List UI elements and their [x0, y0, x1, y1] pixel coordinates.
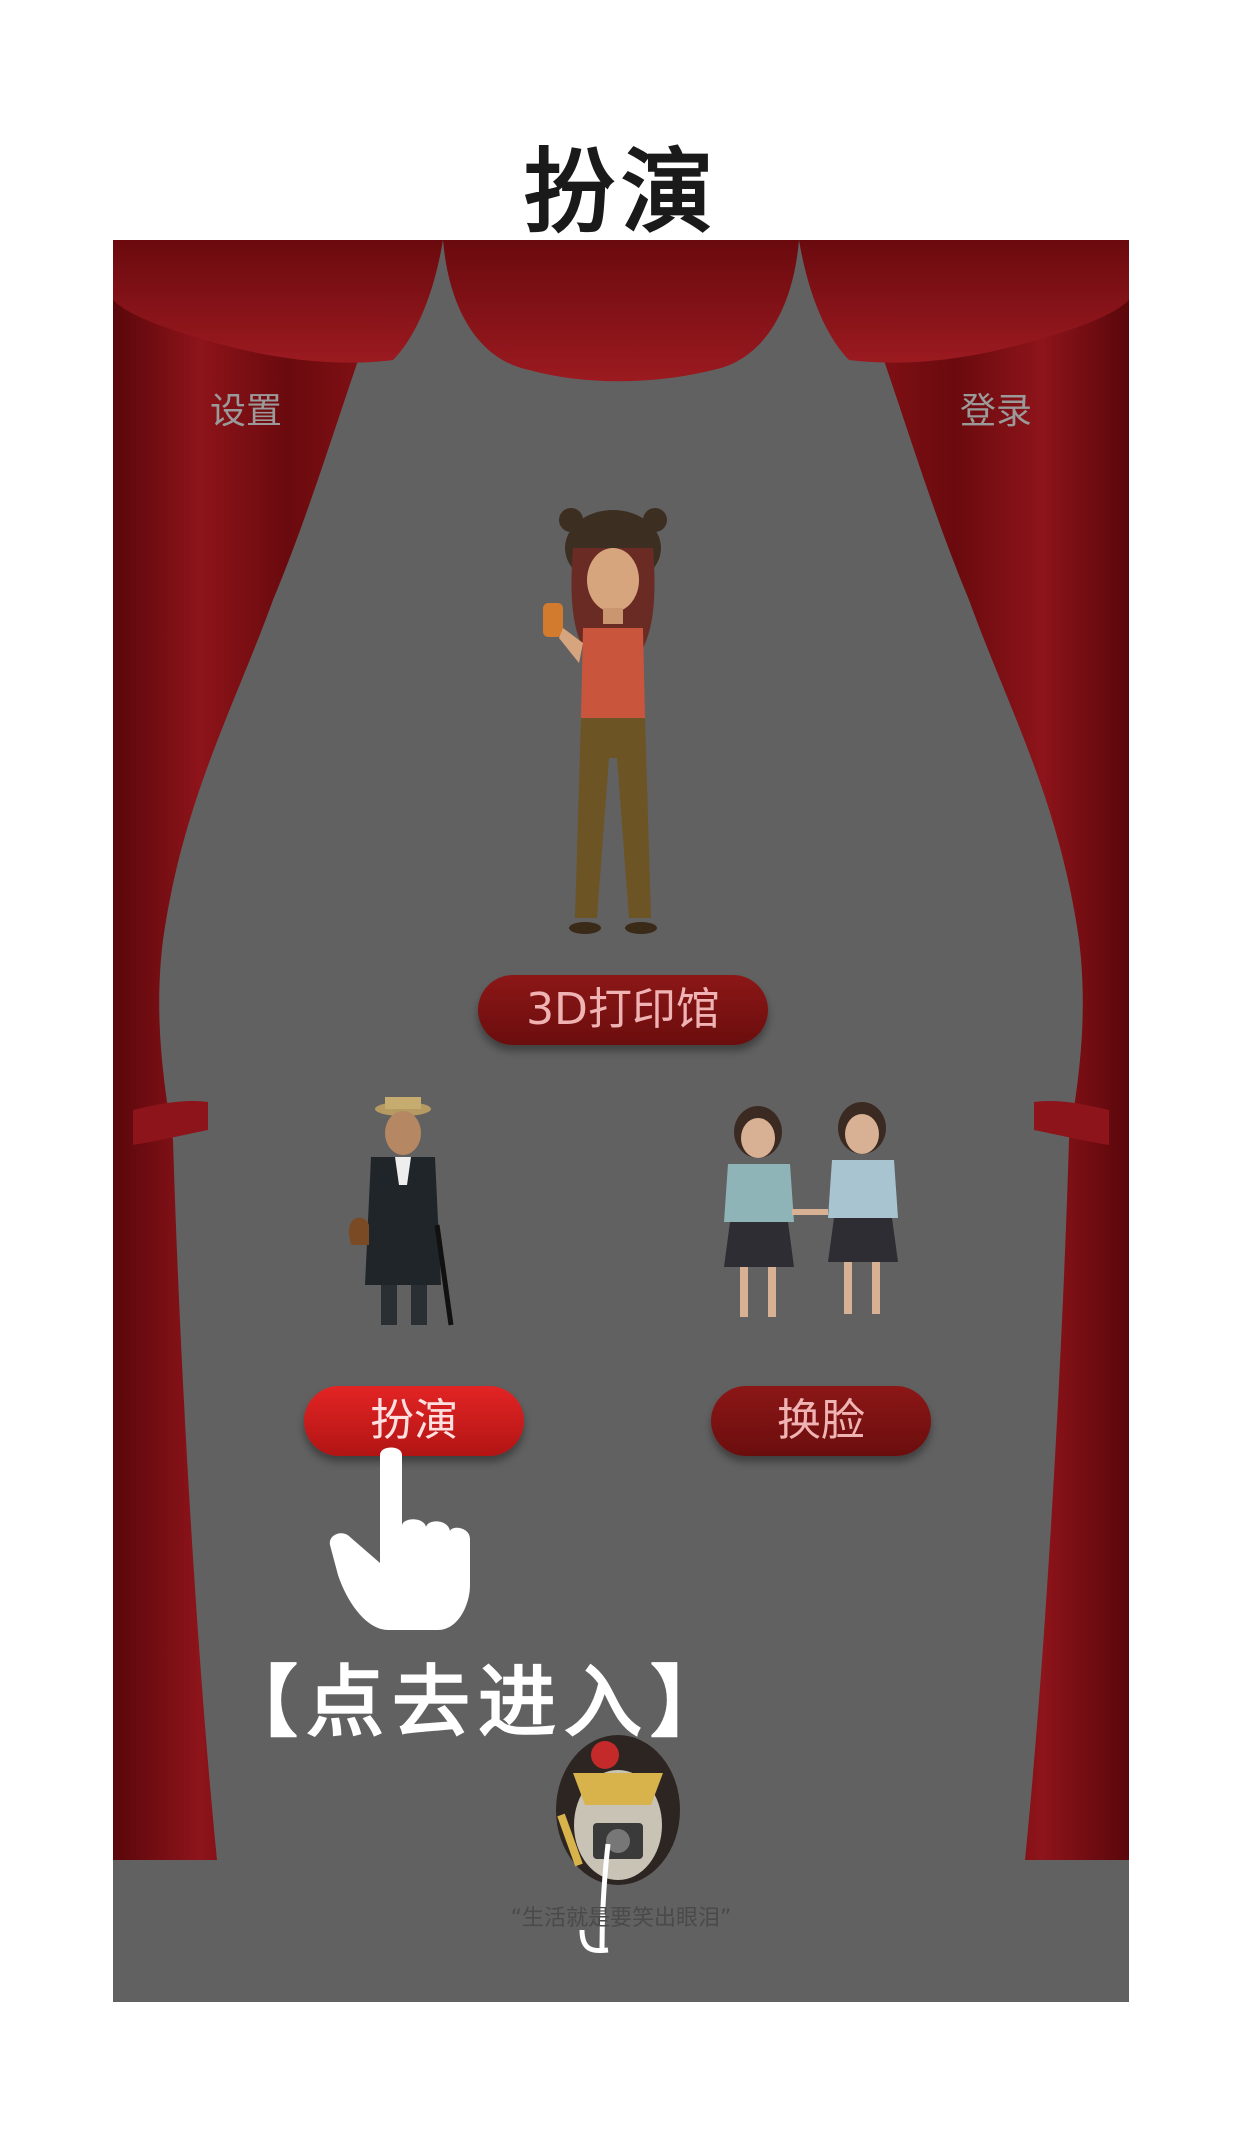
app-screen: 设置 登录 3D打印馆 扮演 换脸 【点去进入】 “生活就是要笑出眼泪” — [113, 240, 1129, 2002]
avatar-gentleman-icon — [348, 1097, 454, 1326]
avatar-two-girls-icon — [724, 1102, 898, 1317]
page-title: 扮演 — [522, 138, 719, 246]
print-3d-button[interactable]: 3D打印馆 — [478, 975, 768, 1045]
face-swap-button[interactable]: 换脸 — [711, 1386, 931, 1456]
avatar-girl-icon — [543, 508, 667, 934]
slogan-text: “生活就是要笑出眼泪” — [510, 1906, 732, 1931]
hand-pointer-icon — [329, 1447, 470, 1630]
settings-button[interactable]: 设置 — [210, 382, 282, 434]
login-button[interactable]: 登录 — [960, 382, 1032, 434]
